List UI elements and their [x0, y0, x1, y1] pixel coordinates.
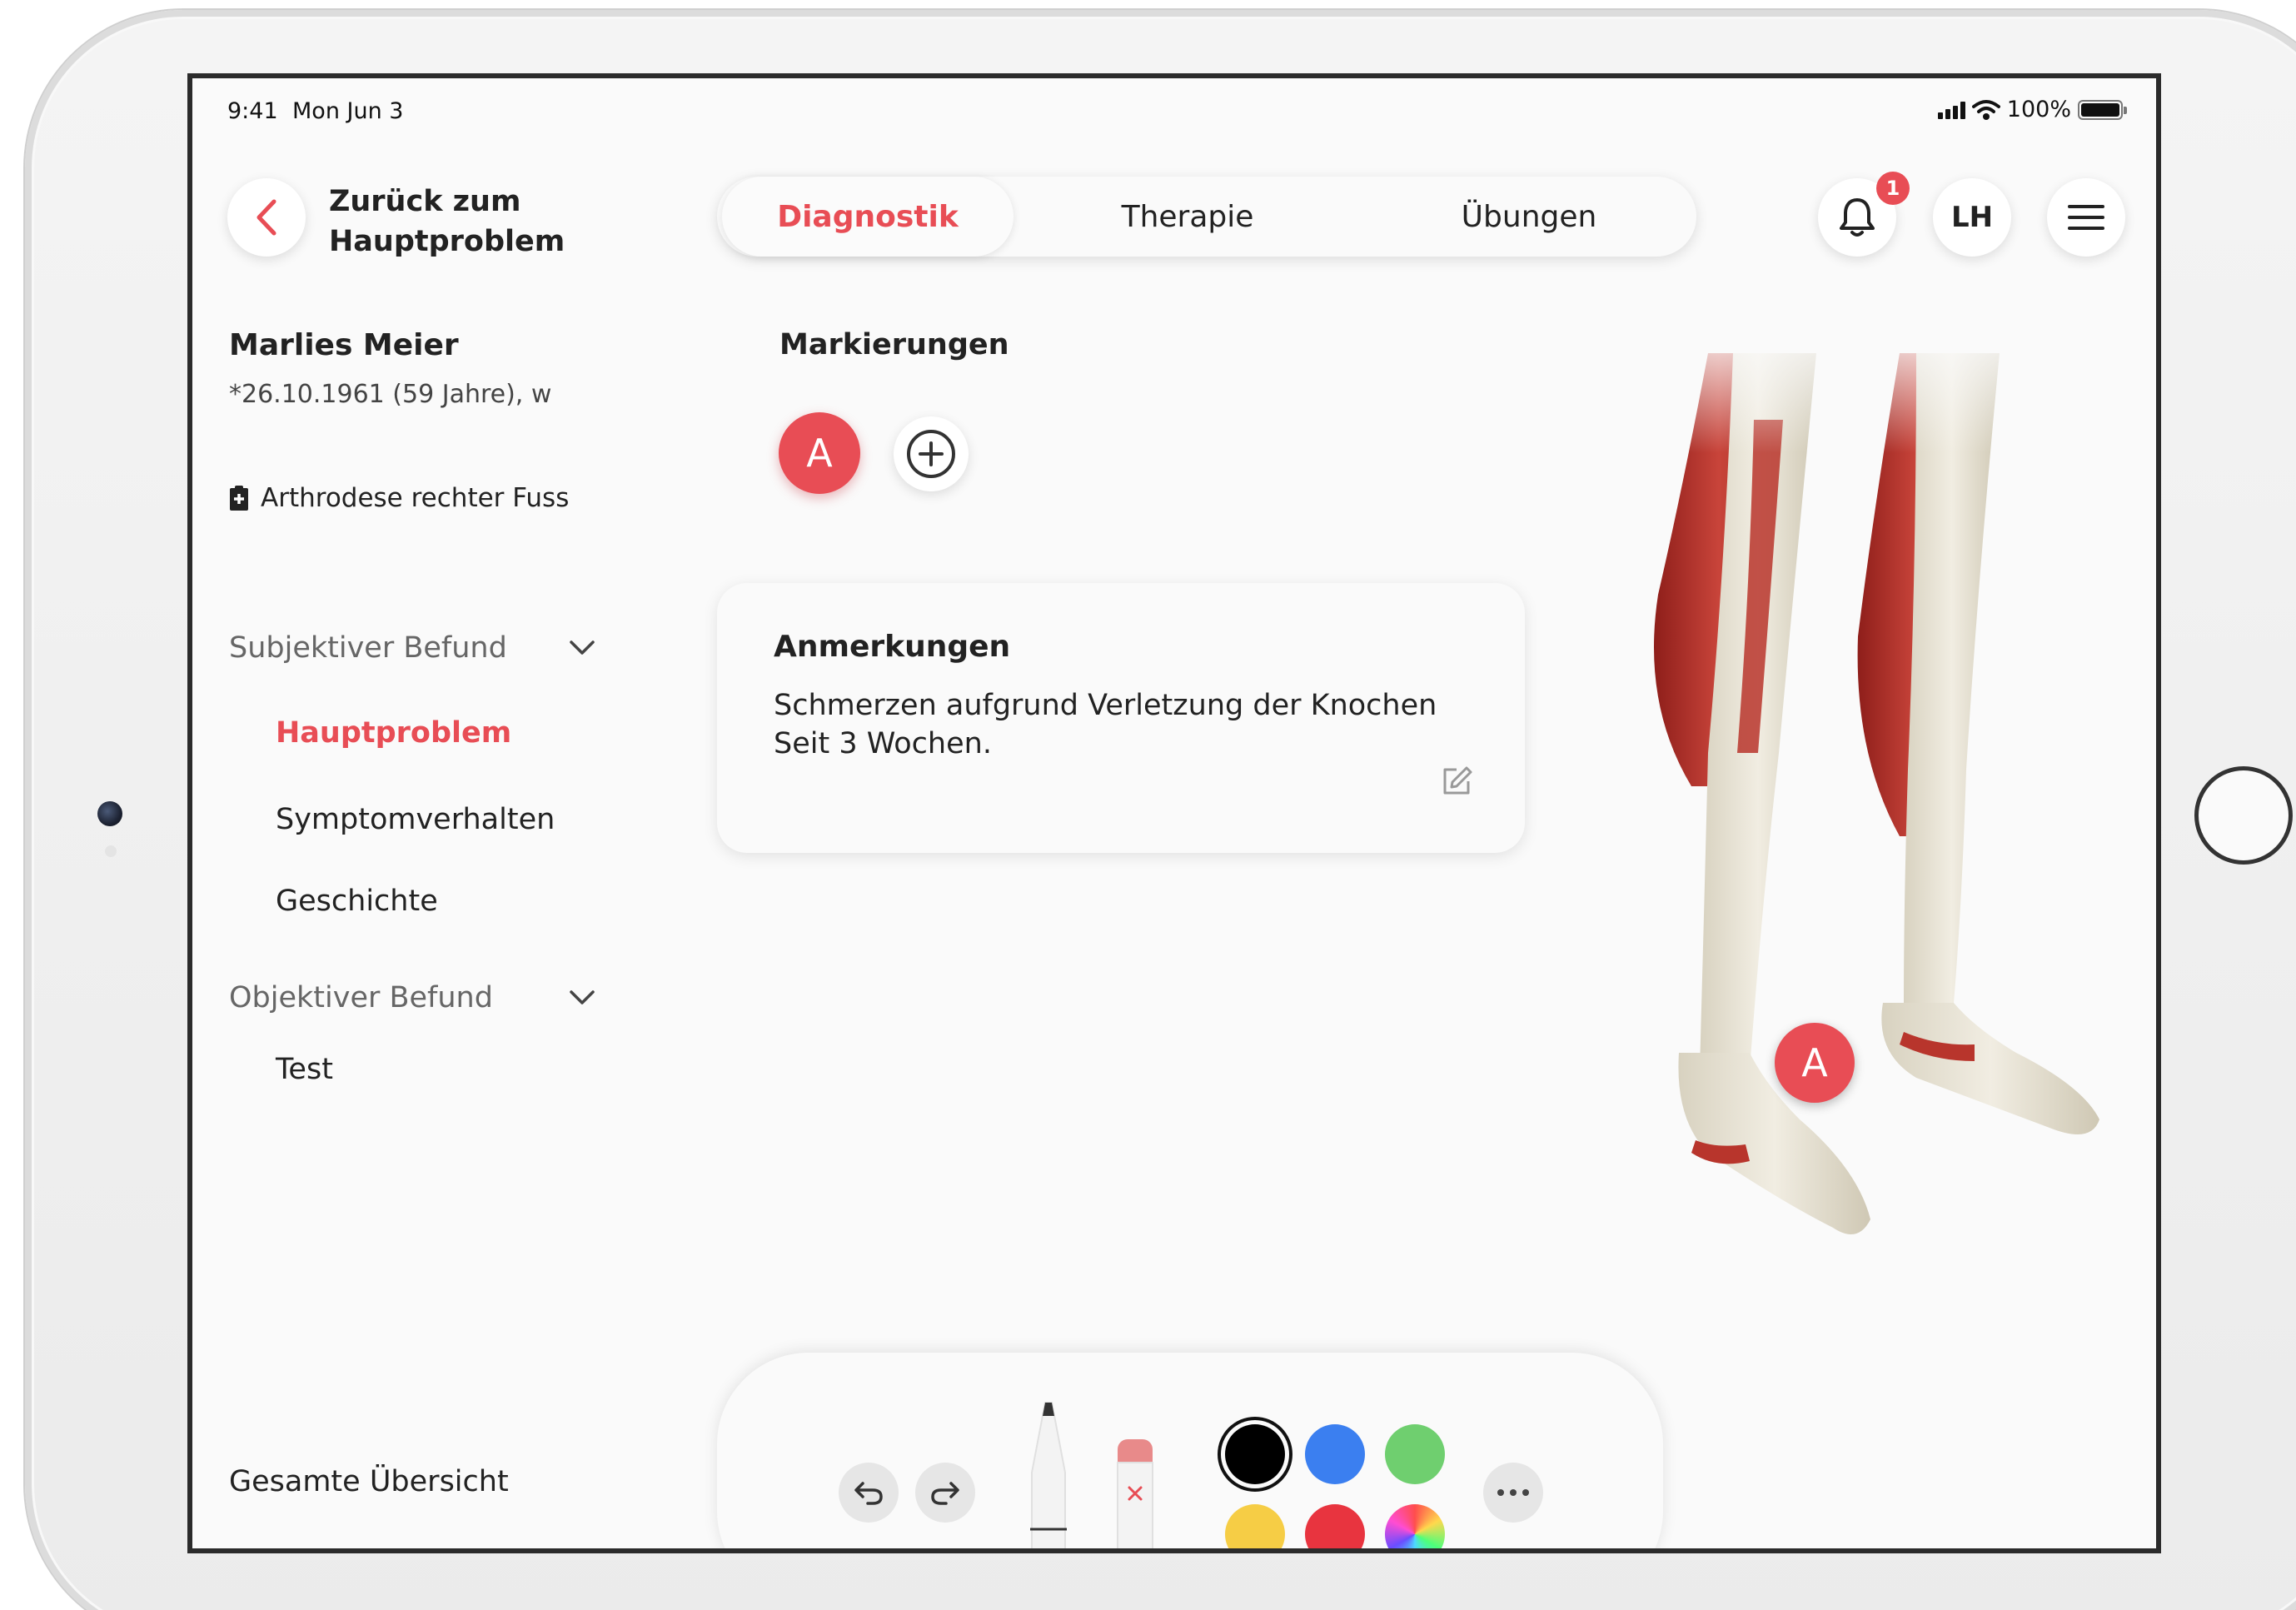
chevron-down-icon [570, 641, 595, 655]
patient-name: Marlies Meier [229, 328, 459, 362]
back-link-label[interactable]: Zurück zum Hauptproblem [329, 182, 629, 262]
home-button[interactable] [2194, 766, 2293, 865]
section-subjektiver-befund[interactable]: Subjektiver Befund [229, 631, 595, 665]
drawing-toolbar [717, 1353, 1663, 1553]
sidebar-item-hauptproblem[interactable]: Hauptproblem [276, 716, 511, 750]
color-swatch-red[interactable] [1305, 1504, 1365, 1548]
section-objektiver-befund[interactable]: Objektiver Befund [229, 981, 595, 1014]
color-swatch-green[interactable] [1385, 1424, 1445, 1484]
cellular-signal-icon [1937, 101, 1965, 119]
battery-percent: 100% [2006, 97, 2071, 122]
more-options-button[interactable] [1483, 1463, 1543, 1523]
sidebar-item-geschichte[interactable]: Geschichte [276, 885, 438, 918]
camera-sensor [105, 845, 117, 857]
marker-a-button[interactable]: A [779, 412, 860, 494]
chevron-down-icon [570, 990, 595, 1004]
notes-card: Anmerkungen Schmerzen aufgrund Verletzun… [717, 583, 1525, 853]
clipboard-medical-icon [230, 486, 248, 511]
sidebar-item-test[interactable]: Test [276, 1053, 333, 1086]
sidebar-item-symptomverhalten[interactable]: Symptomverhalten [276, 803, 555, 836]
color-swatch-yellow[interactable] [1225, 1504, 1285, 1548]
back-button[interactable] [227, 178, 306, 257]
notes-text: Schmerzen aufgrund Verletzung der Knoche… [774, 689, 1437, 760]
more-dots-icon [1497, 1489, 1529, 1496]
redo-icon [931, 1482, 959, 1505]
status-indicators: 100% [1937, 97, 2127, 122]
main-tabs: Diagnostik Therapie Übungen [717, 177, 1696, 257]
leg-anatomy-model[interactable] [1583, 320, 2099, 1253]
notes-title: Anmerkungen [774, 630, 1011, 664]
overview-link[interactable]: Gesamte Übersicht [229, 1465, 509, 1498]
diagnosis-label: Arthrodese rechter Fuss [261, 483, 570, 513]
battery-icon [2078, 99, 2127, 120]
bell-icon [1840, 198, 1875, 237]
tab-uebungen[interactable]: Übungen [1383, 177, 1675, 257]
app-screen: 9:41 Mon Jun 3 100% Zurück zum Hauptprob… [187, 73, 2161, 1553]
color-swatch-blue[interactable] [1305, 1424, 1365, 1484]
markers-title: Markierungen [779, 328, 1009, 361]
user-avatar-button[interactable]: LH [1933, 178, 2011, 257]
plus-circle-icon [907, 430, 955, 478]
undo-icon [854, 1482, 883, 1505]
diagnosis: Arthrodese rechter Fuss [229, 483, 569, 513]
tab-diagnostik[interactable]: Diagnostik [722, 177, 1014, 257]
menu-button[interactable] [2047, 178, 2125, 257]
wifi-icon [1971, 99, 2000, 120]
pen-tool-icon[interactable] [1028, 1398, 1068, 1553]
chevron-left-icon [256, 199, 276, 236]
edit-icon[interactable] [1440, 765, 1473, 798]
front-camera [97, 801, 122, 826]
model-marker-a[interactable]: A [1775, 1023, 1855, 1103]
status-date: Mon Jun 3 [292, 98, 404, 124]
status-time: 9:41 [227, 98, 278, 124]
hamburger-menu-icon [2068, 205, 2104, 230]
redo-button[interactable] [915, 1463, 975, 1523]
undo-button[interactable] [839, 1463, 899, 1523]
color-swatch-black[interactable] [1225, 1424, 1285, 1484]
section-label: Objektiver Befund [229, 981, 493, 1014]
color-picker-rainbow[interactable] [1385, 1504, 1445, 1548]
section-label: Subjektiver Befund [229, 631, 507, 665]
notification-badge: 1 [1876, 172, 1910, 205]
eraser-tool-icon[interactable] [1115, 1434, 1155, 1553]
add-marker-button[interactable] [894, 416, 969, 491]
user-initials: LH [1950, 201, 1994, 234]
patient-dob: *26.10.1961 (59 Jahre), w [229, 380, 552, 409]
tab-therapie[interactable]: Therapie [1042, 177, 1333, 257]
